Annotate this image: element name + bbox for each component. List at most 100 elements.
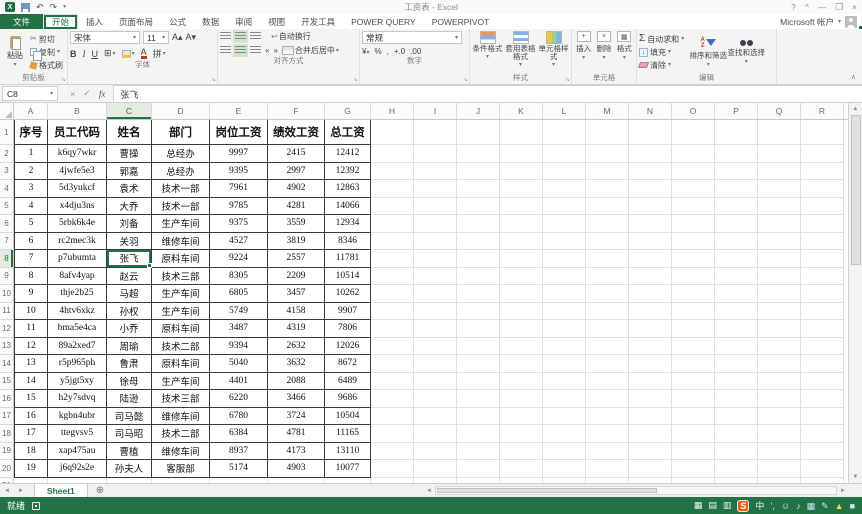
cell-Q8[interactable] [758,250,801,268]
cell-C15[interactable]: 徐母 [107,373,152,391]
cell-O18[interactable] [672,425,715,443]
cell-B7[interactable]: rc2mec3k [48,233,107,251]
vertical-scroll-thumb[interactable] [851,115,861,265]
cell-J1[interactable] [457,120,500,145]
cell-I8[interactable] [414,250,457,268]
cell-K2[interactable] [500,145,543,163]
cell-M19[interactable] [586,443,629,461]
cell-B2[interactable]: k6qy7wkr [48,145,107,163]
tab-审阅[interactable]: 审阅 [227,14,260,29]
cell-Q2[interactable] [758,145,801,163]
cell-J20[interactable] [457,460,500,478]
cell-Q4[interactable] [758,180,801,198]
column-header-J[interactable]: J [457,103,500,119]
cell-B19[interactable]: xap475au [48,443,107,461]
row-header-7[interactable]: 7 [0,233,14,251]
cell-L18[interactable] [543,425,586,443]
cell-M13[interactable] [586,338,629,356]
cell-Q5[interactable] [758,198,801,216]
sheet-nav-right-button[interactable]: ► [14,484,28,497]
cell-R4[interactable] [801,180,844,198]
cell-G18[interactable]: 11165 [325,425,371,443]
cell-R3[interactable] [801,163,844,181]
cell-D14[interactable]: 原料车间 [152,355,210,373]
cell-R16[interactable] [801,390,844,408]
cell-O3[interactable] [672,163,715,181]
cell-E1[interactable]: 岗位工资 [210,120,268,145]
cell-L6[interactable] [543,215,586,233]
cell-L17[interactable] [543,408,586,426]
cell-Q7[interactable] [758,233,801,251]
cell-K5[interactable] [500,198,543,216]
sort-filter-button[interactable]: AZ 排序和筛选 ▾ [690,37,726,68]
cell-P17[interactable] [715,408,758,426]
cell-C7[interactable]: 关羽 [107,233,152,251]
cell-G20[interactable]: 10077 [325,460,371,478]
cell-M10[interactable] [586,285,629,303]
cell-F16[interactable]: 3466 [268,390,325,408]
styles-dialog-launcher[interactable]: ↘ [565,77,570,83]
cell-G14[interactable]: 8672 [325,355,371,373]
cell-N10[interactable] [629,285,672,303]
column-header-N[interactable]: N [629,103,672,119]
cell-A10[interactable]: 9 [14,285,48,303]
cell-N18[interactable] [629,425,672,443]
cell-A17[interactable]: 16 [14,408,48,426]
cell-H16[interactable] [371,390,414,408]
cell-Q19[interactable] [758,443,801,461]
name-box[interactable]: C8 ▾ [2,86,58,101]
column-header-D[interactable]: D [152,103,210,119]
cell-I20[interactable] [414,460,457,478]
cell-M3[interactable] [586,163,629,181]
cell-F18[interactable]: 4781 [268,425,325,443]
format-cells-button[interactable]: ▦ 格式 ▾ [615,31,634,73]
comma-style-button[interactable]: , [387,47,389,56]
cell-C12[interactable]: 小乔 [107,320,152,338]
cell-F3[interactable]: 2997 [268,163,325,181]
cell-L20[interactable] [543,460,586,478]
cell-M17[interactable] [586,408,629,426]
row-header-18[interactable]: 18 [0,425,14,443]
cell-P15[interactable] [715,373,758,391]
row-header-10[interactable]: 10 [0,285,14,303]
align-top-button[interactable] [220,32,231,41]
cell-N12[interactable] [629,320,672,338]
cell-G15[interactable]: 6489 [325,373,371,391]
cell-F13[interactable]: 2632 [268,338,325,356]
column-header-M[interactable]: M [586,103,629,119]
fill-color-button[interactable]: ▾ [122,50,135,58]
lang-chinese-icon[interactable]: 中 [755,501,764,511]
cell-L2[interactable] [543,145,586,163]
cell-H10[interactable] [371,285,414,303]
cell-E18[interactable]: 6384 [210,425,268,443]
cell-K9[interactable] [500,268,543,286]
cell-I13[interactable] [414,338,457,356]
enter-button[interactable]: ✓ [83,88,91,99]
cell-F14[interactable]: 3632 [268,355,325,373]
cell-L12[interactable] [543,320,586,338]
cell-E19[interactable]: 8937 [210,443,268,461]
cell-J13[interactable] [457,338,500,356]
cell-C3[interactable]: 郭嘉 [107,163,152,181]
cell-I4[interactable] [414,180,457,198]
cell-O1[interactable] [672,120,715,145]
cell-B8[interactable]: p7ubumta [48,250,107,268]
conditional-formatting-button[interactable]: 条件格式 ▾ [472,31,503,60]
cell-Q15[interactable] [758,373,801,391]
tab-数据[interactable]: 数据 [194,14,227,29]
row-header-4[interactable]: 4 [0,180,14,198]
cell-J18[interactable] [457,425,500,443]
redo-button[interactable]: ↷ [50,3,58,12]
macro-record-icon[interactable] [32,502,40,510]
cell-N19[interactable] [629,443,672,461]
cell-E7[interactable]: 4527 [210,233,268,251]
insert-function-button[interactable]: fx [99,89,106,99]
paste-dropdown-icon[interactable]: ▾ [13,62,16,68]
cell-D7[interactable]: 维修车间 [152,233,210,251]
cell-F6[interactable]: 3559 [268,215,325,233]
cell-H5[interactable] [371,198,414,216]
cell-L3[interactable] [543,163,586,181]
cell-N6[interactable] [629,215,672,233]
cell-N3[interactable] [629,163,672,181]
cell-J6[interactable] [457,215,500,233]
